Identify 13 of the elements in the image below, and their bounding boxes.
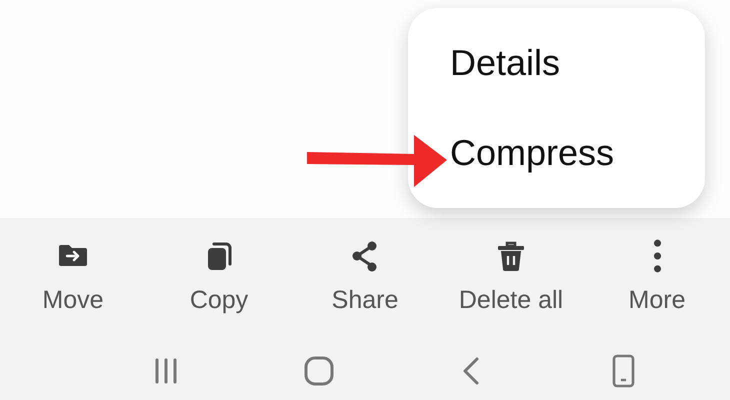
toolbar-button[interactable]: Move [0, 238, 146, 320]
menu-item[interactable]: Compress [450, 126, 614, 180]
arrow-icon [306, 134, 448, 188]
toolbar-button[interactable]: More [584, 238, 730, 320]
toolbar-button[interactable]: Share [292, 238, 438, 320]
menu-item[interactable]: Details [450, 36, 560, 90]
more-icon [654, 238, 660, 274]
toolbar-button[interactable]: Delete all [438, 238, 584, 320]
recent-apps-icon[interactable] [155, 358, 178, 384]
phone-icon[interactable] [612, 354, 636, 388]
back-icon[interactable] [463, 356, 480, 384]
home-icon[interactable] [304, 356, 334, 386]
toolbar-button[interactable]: Copy [146, 238, 292, 320]
